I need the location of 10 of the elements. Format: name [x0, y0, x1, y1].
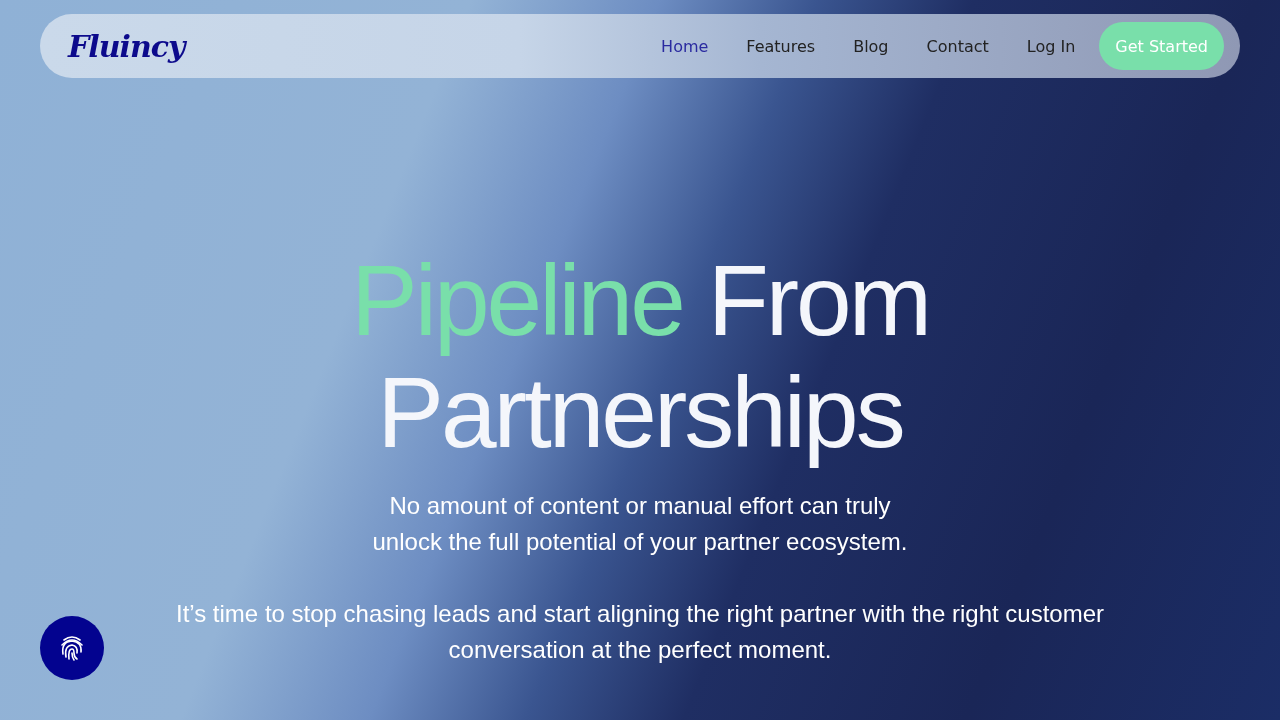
nav-link[interactable]: Features	[746, 36, 816, 56]
nav-link[interactable]: Blog	[853, 36, 889, 56]
hero-headline: Pipeline From Partnerships	[350, 244, 930, 468]
nav-link[interactable]: Home	[661, 36, 709, 56]
logo[interactable]: Fluincy	[68, 28, 185, 64]
hero-paragraph: No amount of content or manual effort can truly unlock the full potential of your partner ecosystem.	[371, 491, 909, 557]
fingerprint-icon	[59, 634, 85, 662]
nav-link[interactable]: Contact	[926, 36, 989, 56]
hero-paragraph: It’s time to stop chasing leads and start aligning the right partner with the right customer conversation at the perfect moment.	[174, 599, 1105, 665]
nav-link[interactable]: Log In	[1026, 36, 1076, 56]
